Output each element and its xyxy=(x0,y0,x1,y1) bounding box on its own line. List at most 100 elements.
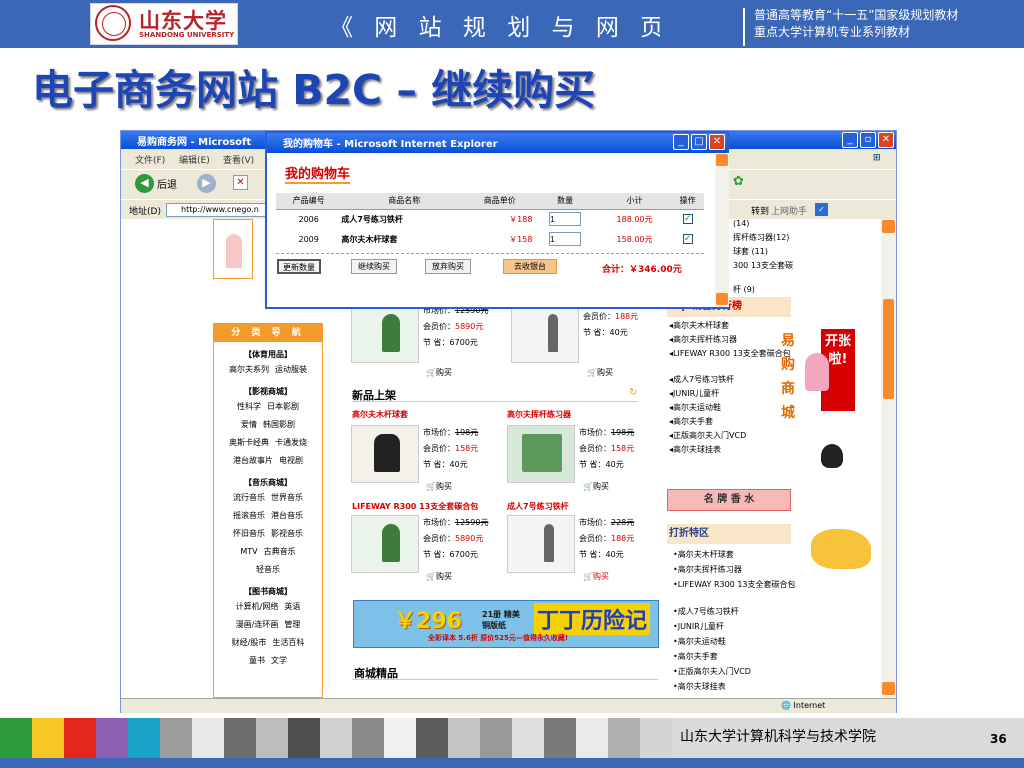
close-icon[interactable]: ✕ xyxy=(878,132,894,148)
page-scrollbar[interactable] xyxy=(881,219,896,698)
perfume-banner[interactable]: 名 牌 香 水 xyxy=(667,489,791,511)
rank-item[interactable]: ◂高尔夫运动鞋 xyxy=(669,401,787,415)
category-link[interactable]: 韩国影剧 xyxy=(263,416,295,434)
category-link[interactable]: 流行音乐 xyxy=(233,489,265,507)
category-link[interactable]: 性科学 xyxy=(237,398,261,416)
rank-item[interactable]: ◂高尔夫木杆球套 xyxy=(669,319,787,333)
discount-item[interactable]: •高尔夫球挂表 xyxy=(673,679,791,694)
menu-file[interactable]: 文件(F) xyxy=(135,153,165,166)
discount-item[interactable]: •JUNIR儿童杆 xyxy=(673,619,791,634)
category-link[interactable]: 管理 xyxy=(284,616,300,634)
scroll-down-icon[interactable] xyxy=(716,293,728,305)
category-link[interactable]: MTV xyxy=(240,543,257,561)
product-image[interactable] xyxy=(351,305,419,363)
links-button[interactable]: 上网助手 xyxy=(771,204,807,217)
product-image[interactable] xyxy=(507,515,575,573)
category-link[interactable]: 港台故事片 xyxy=(233,452,273,470)
checkout-button[interactable]: 去收银台 xyxy=(503,259,557,274)
row-checkbox[interactable]: ✓ xyxy=(682,234,693,244)
category-link[interactable]: 生活百科 xyxy=(272,634,304,652)
category-link[interactable]: 卡通发烧 xyxy=(275,434,307,452)
category-link[interactable]: 高尔夫系列 xyxy=(229,361,269,379)
stop-icon[interactable]: ✕ xyxy=(233,175,248,190)
buy-button[interactable]: 🛒购买 xyxy=(426,367,452,378)
book-promo-banner[interactable]: ￥296 21册 精美铜版纸 丁丁历险记 全彩译本 5.6折 原价525元—值得… xyxy=(353,600,659,648)
product-image[interactable] xyxy=(351,425,419,483)
category-link[interactable]: 奥斯卡经典 xyxy=(229,434,269,452)
category-link[interactable]: 童书 xyxy=(249,652,265,670)
cart-divider xyxy=(276,253,704,254)
buy-button[interactable]: 🛒购买 xyxy=(426,571,452,582)
helper-icon[interactable]: ✓ xyxy=(815,203,828,216)
continue-shopping-button[interactable]: 继续购买 xyxy=(351,259,397,274)
minimize-icon[interactable]: _ xyxy=(842,132,858,148)
buy-button[interactable]: 🛒购买 xyxy=(583,481,609,492)
rank-item[interactable]: ◂高尔夫球挂表 xyxy=(669,443,787,457)
discount-item[interactable]: •高尔夫挥杆练习器 xyxy=(673,562,791,577)
category-link[interactable]: 财经/股市 xyxy=(232,634,267,652)
product-name[interactable]: 成人7号练习铁杆 xyxy=(507,501,569,512)
product-name[interactable]: 高尔夫木杆球套 xyxy=(352,409,408,420)
back-button[interactable]: 后退 xyxy=(157,176,177,191)
abandon-cart-button[interactable]: 放弃购买 xyxy=(425,259,471,274)
cart-scrollbar[interactable] xyxy=(715,153,729,307)
product-image[interactable] xyxy=(511,305,579,363)
rank-item[interactable]: ◂正版高尔夫入门VCD xyxy=(669,429,787,443)
maximize-icon[interactable]: □ xyxy=(691,134,707,150)
rank-item[interactable]: ◂高尔夫手套 xyxy=(669,415,787,429)
buy-button[interactable]: 🛒购买 xyxy=(583,571,609,582)
discount-item[interactable]: •高尔夫运动鞋 xyxy=(673,634,791,649)
menu-view[interactable]: 查看(V) xyxy=(223,153,254,166)
category-link[interactable]: 运动服装 xyxy=(275,361,307,379)
go-button[interactable]: 转到 xyxy=(751,204,769,217)
update-quantity-button[interactable]: 更新数量 xyxy=(277,259,321,274)
footer-square xyxy=(32,718,64,758)
restore-icon[interactable]: ▫ xyxy=(860,132,876,148)
rank-item[interactable]: ◂JUNIR儿童杆 xyxy=(669,387,787,401)
category-link[interactable]: 影视音乐 xyxy=(271,525,303,543)
quantity-input[interactable] xyxy=(549,212,582,227)
category-link[interactable]: 古典音乐 xyxy=(264,543,296,561)
close-icon[interactable]: ✕ xyxy=(709,134,725,150)
discount-item[interactable]: •成人7号练习铁杆 xyxy=(673,604,791,619)
lion-mascot-icon xyxy=(811,529,871,569)
minimize-icon[interactable]: _ xyxy=(673,134,689,150)
row-checkbox[interactable]: ✓ xyxy=(682,214,693,225)
product-name[interactable]: 高尔夫挥杆练习器 xyxy=(507,409,571,420)
product-image[interactable] xyxy=(351,515,419,573)
messenger-icon[interactable]: ✿ xyxy=(733,174,744,189)
buy-button[interactable]: 🛒购买 xyxy=(587,367,613,378)
product-name[interactable]: LIFEWAY R300 13支全套碳合包 xyxy=(352,501,478,512)
category-link[interactable]: 怀旧音乐 xyxy=(233,525,265,543)
product-image[interactable] xyxy=(507,425,575,483)
category-link[interactable]: 爱情 xyxy=(241,416,257,434)
discount-item[interactable]: •正版高尔夫入门VCD xyxy=(673,664,791,679)
category-link[interactable]: 电视剧 xyxy=(279,452,303,470)
scroll-up-icon[interactable] xyxy=(882,220,895,233)
scroll-thumb[interactable] xyxy=(883,299,894,399)
back-arrow-icon[interactable]: ◀ xyxy=(135,174,154,193)
scroll-up-icon[interactable] xyxy=(716,154,728,166)
menu-edit[interactable]: 编辑(E) xyxy=(179,153,210,166)
rank-item[interactable]: ◂成人7号练习铁杆 xyxy=(669,373,787,387)
category-link[interactable]: 计算机/网络 xyxy=(236,598,279,616)
scroll-down-icon[interactable] xyxy=(882,682,895,695)
discount-item[interactable]: •LIFEWAY R300 13支全套碳合包 xyxy=(673,577,796,592)
forward-arrow-icon[interactable]: ▶ xyxy=(197,174,216,193)
footer-square xyxy=(96,718,128,758)
quantity-input[interactable] xyxy=(549,232,582,246)
buy-button[interactable]: 🛒购买 xyxy=(426,481,452,492)
category-link[interactable]: 摇滚音乐 xyxy=(233,507,265,525)
discount-item[interactable]: •高尔夫手套 xyxy=(673,649,791,664)
category-link[interactable]: 文学 xyxy=(271,652,287,670)
category-link[interactable]: 日本影剧 xyxy=(267,398,299,416)
discount-item[interactable]: •高尔夫木杆球套 xyxy=(673,547,791,562)
category-link[interactable]: 轻音乐 xyxy=(256,561,280,579)
rank-item[interactable]: ◂高尔夫挥杆练习器 xyxy=(669,333,787,347)
rank-item[interactable]: ◂LIFEWAY R300 13支全套碳合包 xyxy=(669,347,791,361)
category-link[interactable]: 英语 xyxy=(284,598,300,616)
category-link[interactable]: 世界音乐 xyxy=(271,489,303,507)
refresh-icon[interactable]: ↻ xyxy=(629,387,637,398)
category-link[interactable]: 港台音乐 xyxy=(271,507,303,525)
category-link[interactable]: 漫画/连环画 xyxy=(236,616,279,634)
